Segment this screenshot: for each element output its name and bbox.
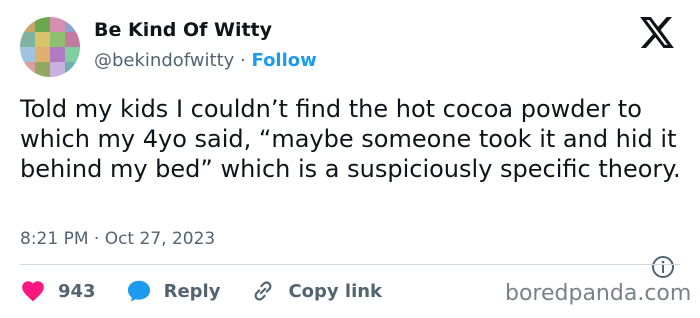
heart-icon [22,281,44,302]
tweet-text: Told my kids I couldn’t find the hot coc… [20,95,681,183]
link-icon [254,281,272,301]
reply-button[interactable]: Reply [126,278,221,304]
follow-button[interactable]: Follow [252,50,317,71]
watermark: boredpanda.com [505,281,692,306]
author-handle[interactable]: @bekindofwitty [94,50,234,71]
author-handle-row: @bekindofwitty · Follow [94,50,317,71]
x-logo-icon[interactable] [640,17,674,48]
avatar[interactable] [20,17,80,77]
author-name[interactable]: Be Kind Of Witty [94,19,272,41]
like-button[interactable]: 943 [20,278,96,304]
tweet-card: Be Kind Of Witty @bekindofwitty · Follow… [0,0,700,318]
info-icon[interactable] [651,255,675,279]
action-bar: 943 Reply Copy link [20,277,412,305]
copy-link-label: Copy link [288,280,383,302]
speech-bubble-icon [127,280,150,302]
like-count: 943 [58,280,96,302]
tweet-timestamp[interactable]: 8:21 PM · Oct 27, 2023 [20,229,215,249]
handle-separator: · [240,50,246,71]
copy-link-button[interactable]: Copy link [250,278,382,304]
divider [20,264,680,265]
reply-label: Reply [163,280,221,302]
